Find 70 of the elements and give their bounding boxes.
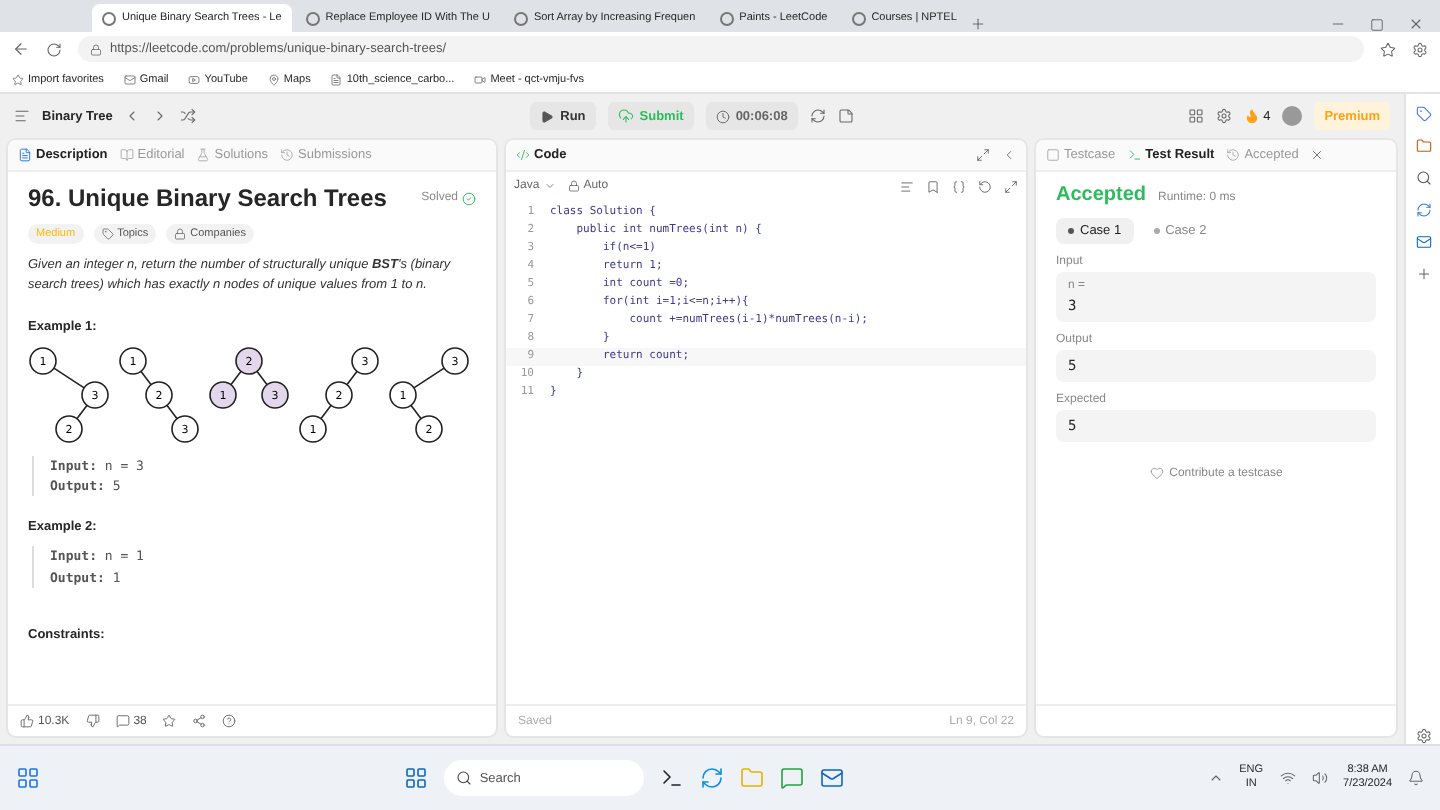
tab-icon bbox=[196, 148, 211, 162]
chevron-down-icon bbox=[543, 180, 556, 192]
plus-icon[interactable] bbox=[1415, 266, 1431, 282]
new-tab-icon[interactable] bbox=[970, 16, 987, 32]
terminal-icon[interactable] bbox=[659, 766, 684, 790]
favorite-star-icon[interactable] bbox=[1380, 41, 1396, 57]
close-icon[interactable] bbox=[1310, 148, 1325, 162]
shuffle-icon[interactable] bbox=[180, 108, 197, 124]
mail-icon[interactable] bbox=[819, 766, 844, 790]
start-icon[interactable] bbox=[403, 766, 428, 790]
help-icon[interactable] bbox=[222, 714, 237, 728]
verdict: Accepted bbox=[1056, 184, 1147, 206]
clock-icon bbox=[715, 109, 730, 123]
maximize-icon[interactable] bbox=[1370, 18, 1384, 32]
search-icon bbox=[455, 770, 472, 786]
reload-icon[interactable] bbox=[46, 41, 62, 57]
cloud-upload-icon bbox=[617, 108, 634, 124]
flame-icon bbox=[1243, 108, 1260, 124]
favicon-icon bbox=[305, 11, 320, 25]
heart-icon bbox=[1149, 466, 1164, 480]
fullscreen-icon[interactable] bbox=[1004, 179, 1018, 193]
favicon-icon bbox=[102, 11, 116, 25]
tab-icon bbox=[1226, 148, 1241, 162]
tab-icon bbox=[119, 148, 134, 162]
tag-chip-icon bbox=[101, 228, 114, 240]
favicon-icon bbox=[513, 11, 528, 25]
wifi-icon[interactable] bbox=[1279, 770, 1296, 786]
problem-title: 96. Unique Binary Search Trees bbox=[28, 184, 387, 212]
code-icon bbox=[516, 148, 530, 162]
avatar-icon[interactable] bbox=[1282, 106, 1303, 126]
tab-icon bbox=[1046, 148, 1060, 162]
dot-icon bbox=[1153, 228, 1160, 234]
expand-icon[interactable] bbox=[976, 148, 990, 162]
volume-icon[interactable] bbox=[1311, 770, 1328, 786]
tab-icon bbox=[18, 148, 32, 162]
format-icon[interactable] bbox=[900, 179, 914, 193]
star-icon[interactable] bbox=[162, 714, 177, 728]
lock-icon bbox=[90, 43, 102, 55]
settings-icon[interactable] bbox=[1215, 108, 1232, 124]
tag-chip-icon bbox=[174, 228, 187, 240]
dislike-icon[interactable] bbox=[85, 714, 100, 728]
note-icon[interactable] bbox=[837, 108, 854, 124]
notification-icon[interactable] bbox=[1408, 770, 1425, 786]
collapse-icon[interactable] bbox=[1002, 148, 1016, 162]
settings-icon[interactable] bbox=[1412, 41, 1428, 57]
grid-icon[interactable] bbox=[1187, 108, 1204, 124]
chevron-up-icon[interactable] bbox=[1207, 770, 1224, 786]
dot-icon bbox=[1068, 228, 1074, 234]
reset-icon[interactable] bbox=[809, 108, 826, 124]
search-icon[interactable] bbox=[1415, 170, 1431, 186]
share-icon[interactable] bbox=[192, 714, 207, 728]
list-icon[interactable] bbox=[14, 108, 30, 124]
chat-icon[interactable] bbox=[779, 766, 804, 790]
tab-icon bbox=[1127, 148, 1142, 162]
settings-icon[interactable] bbox=[1415, 728, 1431, 744]
check-circle-icon bbox=[462, 191, 476, 205]
play-icon bbox=[540, 109, 555, 123]
lock-icon bbox=[567, 180, 580, 192]
braces-icon[interactable] bbox=[952, 179, 966, 193]
tag-icon[interactable] bbox=[1415, 106, 1431, 122]
undo-icon[interactable] bbox=[978, 179, 992, 193]
favicon-icon bbox=[719, 11, 734, 25]
mail-icon[interactable] bbox=[1415, 234, 1431, 250]
tab-icon bbox=[280, 148, 294, 162]
widgets-icon[interactable] bbox=[16, 766, 40, 790]
thumbs-up-icon bbox=[20, 714, 34, 728]
favicon-icon bbox=[851, 11, 866, 25]
back-icon[interactable] bbox=[12, 40, 30, 58]
comment-icon bbox=[115, 714, 130, 728]
close-icon[interactable] bbox=[1408, 16, 1424, 32]
